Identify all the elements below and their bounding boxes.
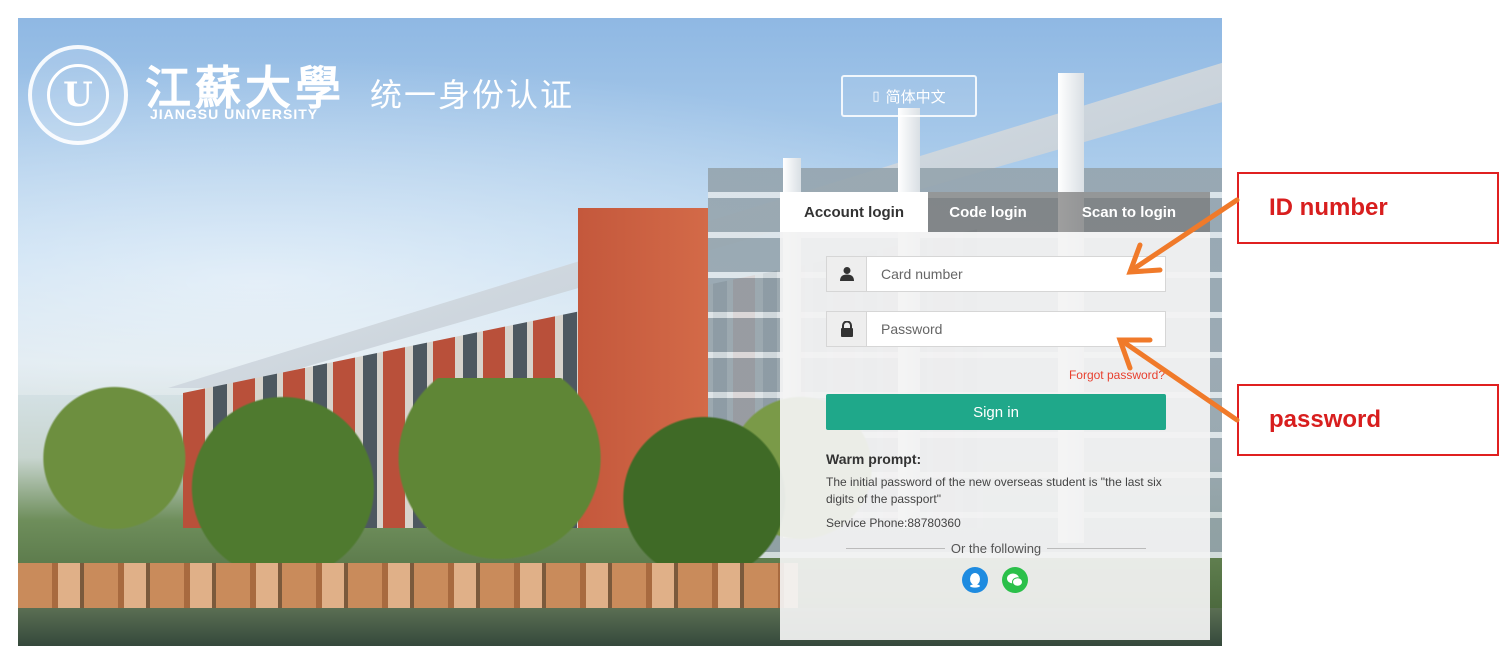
login-panel: Account login Code login Scan to login F… [780,192,1210,640]
alternative-login-divider: Or the following [826,539,1166,557]
warm-prompt-title: Warm prompt: [826,451,922,467]
social-login-icons [780,567,1210,593]
university-seal-logo: U [28,45,128,145]
rocks [18,563,798,613]
wechat-icon[interactable] [1002,567,1028,593]
password-annotation: password [1237,384,1499,456]
or-label: Or the following [950,540,1042,556]
page: U 江蘇大學 JIANGSU UNIVERSITY 统一身份认证 ▯ 简体中文 … [0,0,1499,646]
language-label: 简体中文 [885,87,946,106]
qq-icon[interactable] [962,567,988,593]
tab-code-login[interactable]: Code login [928,192,1048,232]
id-number-annotation: ID number [1237,172,1499,244]
divider-line [846,547,945,549]
system-title: 统一身份认证 [370,76,575,114]
lock-icon [827,312,867,346]
card-number-field[interactable] [826,256,1166,292]
forgot-password-link[interactable]: Forgot password? [1069,368,1165,382]
divider-line [1047,547,1147,549]
seal-letter: U [47,64,109,126]
university-name-en: JIANGSU UNIVERSITY [150,106,319,122]
login-form: Forgot password? Sign in Warm prompt: Th… [780,232,1210,640]
password-field[interactable] [826,311,1166,347]
tab-account-login[interactable]: Account login [780,192,928,232]
language-switch-button[interactable]: ▯ 简体中文 [841,75,977,117]
tab-scan-login[interactable]: Scan to login [1048,192,1210,232]
card-number-input[interactable] [867,257,1165,291]
sign-in-button[interactable]: Sign in [826,394,1166,430]
password-input[interactable] [867,312,1165,346]
warm-prompt-text: The initial password of the new overseas… [826,475,1162,506]
language-icon: ▯ [872,88,880,104]
login-tabs: Account login Code login Scan to login [780,192,1210,232]
user-icon [827,257,867,291]
service-phone: Service Phone:88780360 [826,516,961,530]
